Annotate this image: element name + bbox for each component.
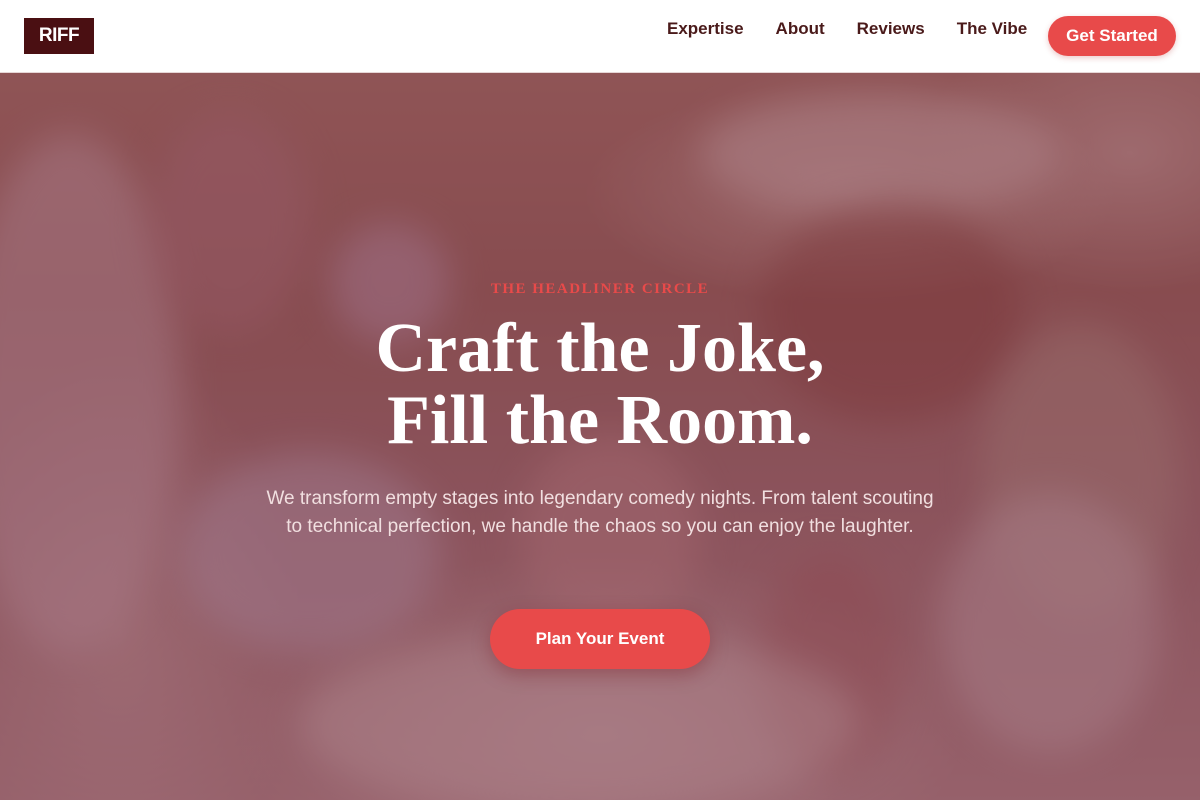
hero-headline-line-2: Fill the Room. (387, 382, 813, 459)
nav-link-the-vibe[interactable]: The Vibe (957, 18, 1028, 40)
hero-headline: Craft the Joke, Fill the Room. (0, 313, 1200, 457)
hero-subtext: We transform empty stages into legendary… (266, 488, 934, 537)
plan-your-event-button[interactable]: Plan Your Event (490, 609, 710, 669)
site-header: RIFF Expertise About Reviews The Vibe Ge… (0, 0, 1200, 73)
hero-headline-line-1: Craft the Joke, (375, 310, 825, 387)
brand-logo[interactable]: RIFF (24, 18, 94, 54)
nav-link-about[interactable]: About (776, 18, 825, 40)
nav-link-expertise[interactable]: Expertise (667, 18, 744, 40)
get-started-button[interactable]: Get Started (1048, 16, 1176, 56)
hero-section: THE HEADLINER CIRCLE Craft the Joke, Fil… (0, 73, 1200, 800)
main-nav: Expertise About Reviews The Vibe (667, 18, 1027, 40)
nav-link-reviews[interactable]: Reviews (857, 18, 925, 40)
hero-eyebrow: THE HEADLINER CIRCLE (490, 281, 710, 297)
